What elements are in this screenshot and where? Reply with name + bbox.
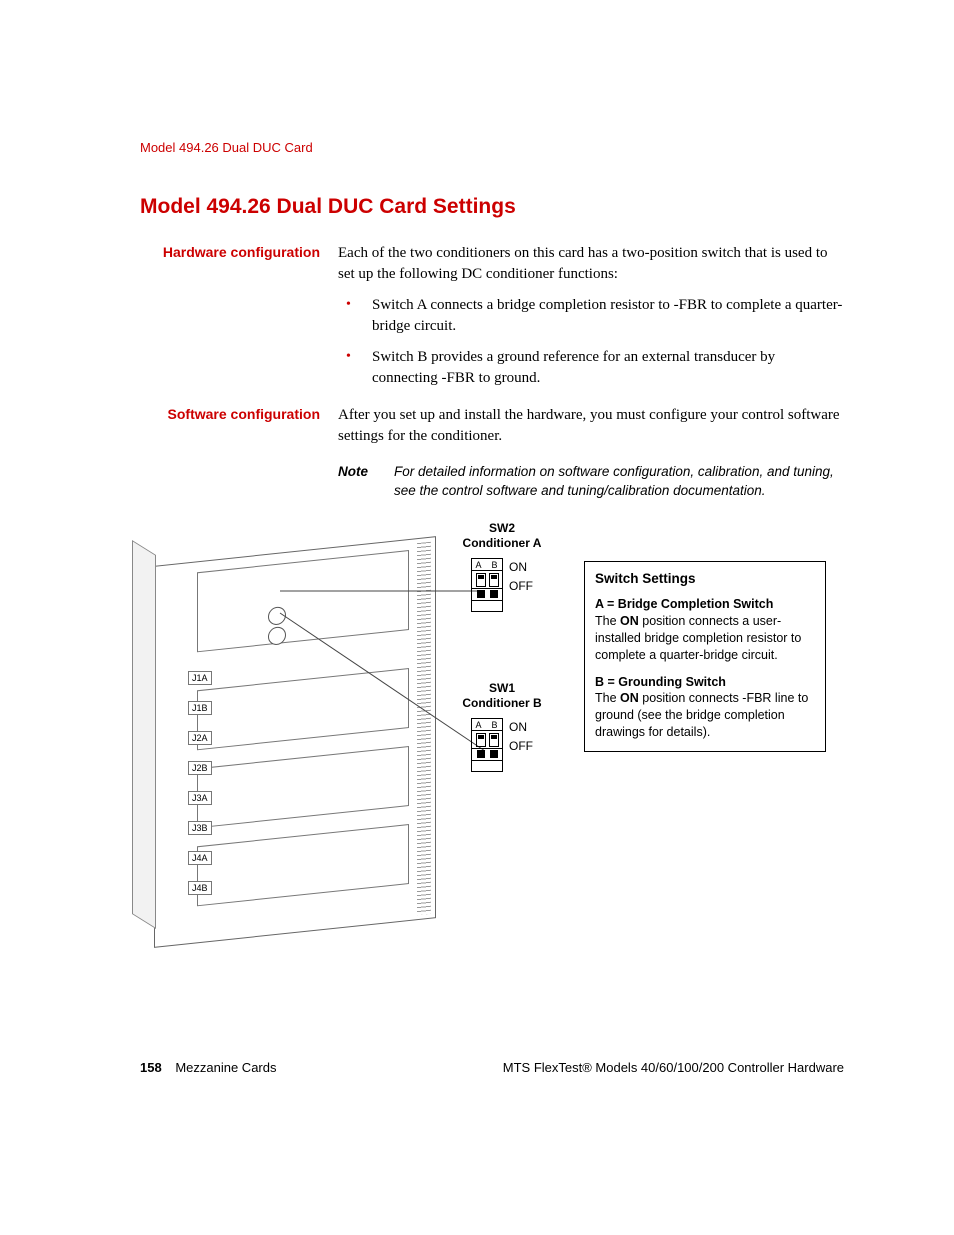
sw2-conditioner: Conditioner A — [463, 536, 542, 550]
note-label: Note — [338, 463, 394, 501]
sw2-block: SW2 Conditioner A A B ON OFF — [442, 521, 562, 612]
switch-a-title: A = Bridge Completion Switch — [595, 597, 773, 611]
sw1-block: SW1 Conditioner B A B ON OFF — [442, 681, 562, 772]
sw1-conditioner: Conditioner B — [462, 696, 541, 710]
sw2-off-label: OFF — [509, 577, 533, 596]
hardware-intro: Each of the two conditioners on this car… — [338, 243, 844, 285]
dip-switch-icon: A B — [471, 558, 503, 612]
software-intro: After you set up and install the hardwar… — [338, 405, 844, 447]
page-title: Model 494.26 Dual DUC Card Settings — [140, 195, 844, 219]
diagram: J1A J1B J2A J2B J3A J3B J4A J4B SW2 Cond… — [140, 521, 844, 951]
switch-b-body: The ON position connects -FBR line to gr… — [595, 691, 808, 739]
section-label-hardware: Hardware configuration — [140, 243, 338, 261]
note-text: For detailed information on software con… — [394, 463, 844, 501]
switch-settings-box: Switch Settings A = Bridge Completion Sw… — [584, 561, 826, 752]
footer-section: Mezzanine Cards — [175, 1060, 276, 1075]
section-label-software: Software configuration — [140, 405, 338, 423]
hardware-bullet: Switch A connects a bridge completion re… — [338, 295, 844, 337]
sw1-name: SW1 — [489, 681, 515, 695]
sw1-off-label: OFF — [509, 737, 533, 756]
running-header: Model 494.26 Dual DUC Card — [140, 140, 844, 155]
page-footer: 158 Mezzanine Cards MTS FlexTest® Models… — [140, 1060, 844, 1075]
infobox-heading: Switch Settings — [595, 570, 815, 588]
page-number: 158 — [140, 1060, 162, 1075]
footer-doc-title: MTS FlexTest® Models 40/60/100/200 Contr… — [503, 1060, 844, 1075]
sw2-name: SW2 — [489, 521, 515, 535]
dip-switch-icon: A B — [471, 718, 503, 772]
hardware-bullet: Switch B provides a ground reference for… — [338, 347, 844, 389]
sw1-on-label: ON — [509, 718, 533, 737]
switch-a-body: The ON position connects a user-installe… — [595, 614, 801, 662]
sw2-on-label: ON — [509, 558, 533, 577]
switch-b-title: B = Grounding Switch — [595, 675, 726, 689]
